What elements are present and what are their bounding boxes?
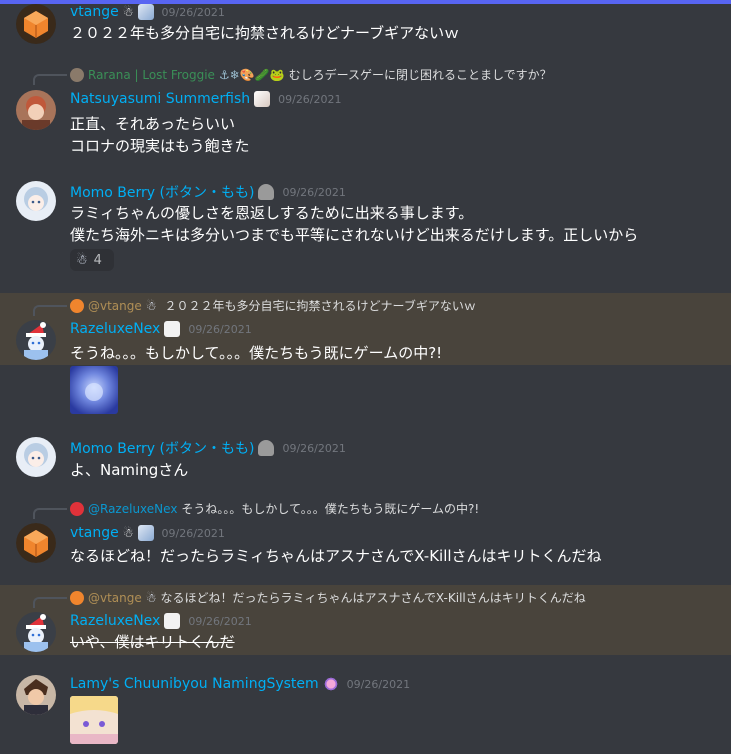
timestamp: 09/26/2021 (161, 5, 225, 19)
username[interactable]: Natsuyasumi Summerfish (70, 91, 250, 107)
avatar[interactable] (16, 181, 56, 221)
avatar[interactable] (16, 437, 56, 477)
avatar[interactable] (16, 4, 56, 44)
snowman-icon: ☃ (76, 252, 88, 268)
user-badge-icon (254, 91, 271, 107)
message-item: Lamy's Chuunibyou NamingSystem 09/26/202… (0, 672, 731, 754)
reply-preview[interactable]: Rarana | Lost Froggie ⚓❄🎨🥒🐸 むしろデースゲーに閉じ困… (70, 66, 552, 83)
reply-text: なるほどね！だったらラミィちゃんはアスナさんでX-Killさんはキリトくんだね (160, 591, 586, 605)
reply-preview[interactable]: @RazeluxeNex そうね。。。もしかして。。。僕たちもう既にゲームの中?… (70, 500, 479, 517)
username[interactable]: Momo Berry (ボタン・もも) (70, 182, 254, 202)
reply-username[interactable]: @vtange (88, 299, 142, 313)
user-badge-icon (137, 4, 154, 20)
username[interactable]: Momo Berry (ボタン・もも) (70, 438, 254, 458)
message-line: いや、僕はキリトくんだ (70, 633, 235, 651)
reply-connector (33, 597, 67, 608)
planet-icon (322, 676, 339, 692)
timestamp: 09/26/2021 (188, 322, 252, 336)
reply-username[interactable]: @vtange (88, 591, 142, 605)
message-line: コロナの現実はもう飽きた (70, 137, 250, 155)
username[interactable]: RazeluxeNex (70, 321, 160, 337)
message-item: Rarana | Lost Froggie ⚓❄🎨🥒🐸 むしろデースゲーに閉じ困… (0, 62, 731, 166)
reply-connector (33, 508, 67, 519)
avatar[interactable] (16, 675, 56, 715)
reply-preview[interactable]: @vtange ☃ なるほどね！だったらラミィちゃんはアスナさんでX-Killさ… (70, 589, 586, 606)
timestamp: 09/26/2021 (282, 185, 346, 199)
message-line: 僕たち海外ニキは多分いつまでも平等にされないけど出来るだけします。正しいから (70, 226, 639, 244)
avatar[interactable] (16, 612, 56, 652)
timestamp: 09/26/2021 (346, 677, 411, 691)
message-item: @vtange ☃ なるほどね！だったらラミィちゃんはアスナさんでX-Killさ… (0, 585, 731, 655)
username[interactable]: RazeluxeNex (70, 613, 160, 629)
message-line: ２０２２年も多分自宅に拘禁されるけどナーブギアないｗ (70, 24, 460, 42)
message-item: @RazeluxeNex そうね。。。もしかして。。。僕たちもう既にゲームの中?… (0, 496, 731, 574)
snowman-icon: ☃ (145, 590, 157, 605)
reply-text: むしろデースゲーに閉じ困れることましですか？ (288, 68, 552, 82)
message-text: ラミィちゃんの優しさを恩返しするために出来る事します。 僕たち海外ニキは多分いつ… (70, 202, 638, 246)
reaction-count: 4 (93, 252, 102, 268)
reaction-button[interactable]: ☃ 4 (70, 249, 114, 271)
reply-preview[interactable]: @vtange ☃ ２０２２年も多分自宅に拘禁されるけどナーブギアないｗ (70, 297, 476, 314)
reply-text: ２０２２年も多分自宅に拘禁されるけどナーブギアないｗ (164, 299, 476, 313)
reply-username[interactable]: Rarana | Lost Froggie (88, 68, 215, 82)
message-line: なるほどね！だったらラミィちゃんはアスナさんでX-Killさんはキリトくんだね (70, 547, 602, 565)
message-item: Momo Berry (ボタン・もも) 09/26/2021 よ、Namingさ… (0, 434, 731, 490)
message-text: そうね。。。もしかして。。。僕たちもう既にゲームの中?! (70, 342, 442, 364)
snowman-icon: ☃ (145, 298, 157, 313)
message-text: よ、Namingさん (70, 459, 188, 481)
message-text: ２０２２年も多分自宅に拘禁されるけどナーブギアないｗ (70, 22, 459, 44)
username[interactable]: vtange (70, 4, 119, 20)
user-badge-icon (164, 613, 181, 629)
avatar[interactable] (16, 523, 56, 563)
ghost-icon (258, 440, 275, 456)
user-badge-icon (164, 321, 181, 337)
message-line: よ、Namingさん (70, 461, 189, 479)
message-text: なるほどね！だったらラミィちゃんはアスナさんでX-Killさんはキリトくんだね (70, 545, 602, 567)
username[interactable]: Lamy's Chuunibyou NamingSystem (70, 676, 319, 692)
message-line: ラミィちゃんの優しさを恩返しするために出来る事します。 (70, 204, 474, 222)
reply-text: そうね。。。もしかして。。。僕たちもう既にゲームの中?! (181, 502, 480, 516)
snowman-icon: ☃ (122, 5, 134, 19)
image-attachment[interactable] (70, 366, 118, 414)
reply-emojis: ⚓❄🎨🥒🐸 (218, 67, 285, 82)
timestamp: 09/26/2021 (188, 614, 252, 628)
timestamp: 09/26/2021 (278, 92, 342, 106)
reply-connector (33, 305, 67, 316)
message-line: 正直、それあったらいい (70, 115, 236, 133)
timestamp: 09/26/2021 (282, 441, 346, 455)
reply-avatar (70, 298, 84, 313)
image-attachment[interactable] (70, 696, 118, 744)
message-text: 正直、それあったらいい コロナの現実はもう飽きた (70, 113, 250, 157)
reply-username[interactable]: @RazeluxeNex (88, 502, 177, 516)
reply-avatar (70, 590, 84, 605)
ghost-icon (258, 184, 275, 200)
timestamp: 09/26/2021 (161, 526, 225, 540)
message-item: @vtange ☃ ２０２２年も多分自宅に拘禁されるけどナーブギアないｗ Raz… (0, 293, 731, 365)
reply-avatar (70, 501, 84, 516)
snowman-icon: ☃ (122, 526, 134, 540)
username[interactable]: vtange (70, 525, 119, 541)
avatar[interactable] (16, 320, 56, 360)
avatar[interactable] (16, 90, 56, 130)
message-text: いや、僕はキリトくんだ (70, 631, 235, 653)
message-item: Momo Berry (ボタン・もも) 09/26/2021 ラミィちゃんの優し… (0, 178, 731, 282)
reply-avatar (70, 67, 84, 82)
reply-connector (33, 74, 67, 85)
message-item: vtange ☃ 09/26/2021 ２０２２年も多分自宅に拘禁されるけどナー… (0, 0, 731, 50)
message-line: そうね。。。もしかして。。。僕たちもう既にゲームの中?! (70, 344, 443, 362)
user-badge-icon (137, 525, 154, 541)
